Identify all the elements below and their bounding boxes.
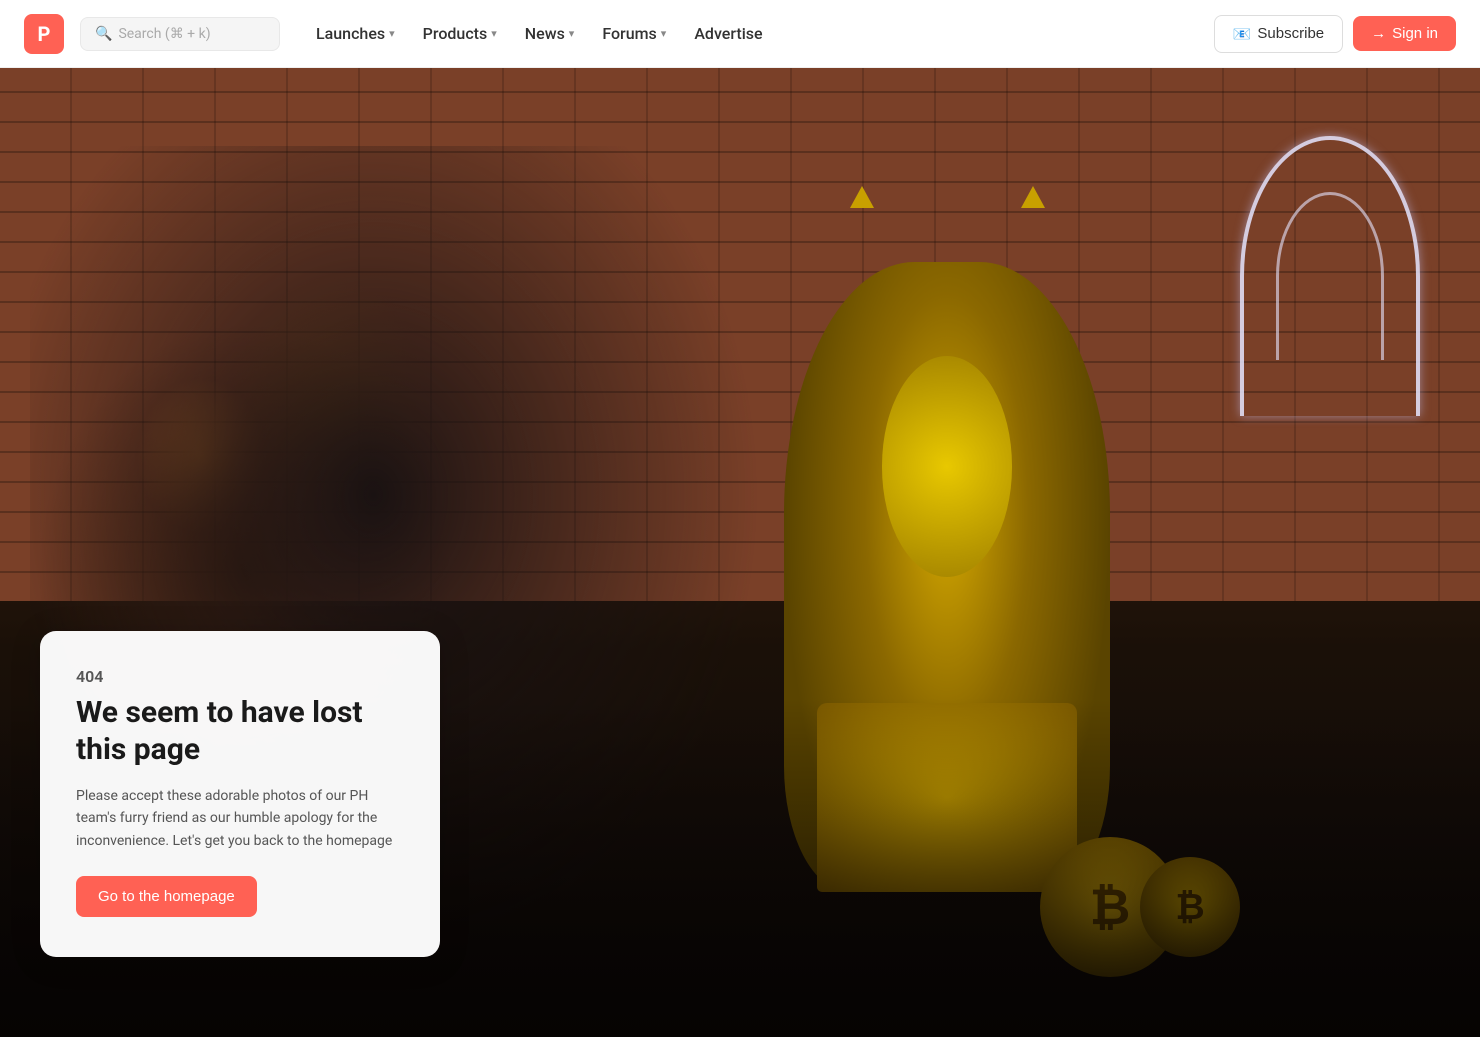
homepage-button-label: Go to the homepage — [98, 888, 235, 905]
signin-label: Sign in — [1392, 25, 1438, 42]
error-title: We seem to have lost this page — [76, 694, 404, 769]
chevron-down-icon: ▾ — [661, 27, 667, 40]
error-card: 404 We seem to have lost this page Pleas… — [40, 631, 440, 957]
subscribe-label: Subscribe — [1257, 25, 1324, 42]
search-bar[interactable]: 🔍 Search (⌘ + k) — [80, 17, 280, 51]
hero-section: ₿ ₿ 404 We seem to have lost this page P… — [0, 0, 1480, 1037]
nav-products-label: Products — [423, 24, 488, 43]
error-code: 404 — [76, 667, 404, 686]
search-placeholder: Search (⌘ + k) — [118, 26, 210, 42]
nav-advertise-label: Advertise — [694, 24, 762, 43]
chevron-down-icon: ▾ — [389, 27, 395, 40]
search-icon: 🔍 — [95, 26, 112, 42]
neon-sign — [1240, 136, 1420, 416]
nav-item-news[interactable]: News ▾ — [513, 16, 587, 51]
nav-links: Launches ▾ Products ▾ News ▾ Forums ▾ Ad… — [304, 16, 1206, 51]
nav-item-advertise[interactable]: Advertise — [682, 16, 774, 51]
nav-item-forums[interactable]: Forums ▾ — [590, 16, 678, 51]
subscribe-button[interactable]: 📧 Subscribe — [1214, 15, 1343, 53]
nav-forums-label: Forums — [602, 24, 656, 43]
nav-item-launches[interactable]: Launches ▾ — [304, 16, 407, 51]
chevron-down-icon: ▾ — [491, 27, 497, 40]
error-description: Please accept these adorable photos of o… — [76, 785, 404, 852]
subscribe-icon: 📧 — [1233, 25, 1252, 43]
go-to-homepage-button[interactable]: Go to the homepage — [76, 876, 257, 917]
logo-letter: P — [38, 22, 51, 46]
navbar: P 🔍 Search (⌘ + k) Launches ▾ Products ▾… — [0, 0, 1480, 68]
chevron-down-icon: ▾ — [569, 27, 575, 40]
nav-right: 📧 Subscribe → Sign in — [1214, 15, 1456, 53]
nav-launches-label: Launches — [316, 24, 385, 43]
signin-icon: → — [1371, 25, 1386, 42]
signin-button[interactable]: → Sign in — [1353, 16, 1456, 51]
nav-news-label: News — [525, 24, 565, 43]
logo[interactable]: P — [24, 14, 64, 54]
nav-item-products[interactable]: Products ▾ — [411, 16, 509, 51]
